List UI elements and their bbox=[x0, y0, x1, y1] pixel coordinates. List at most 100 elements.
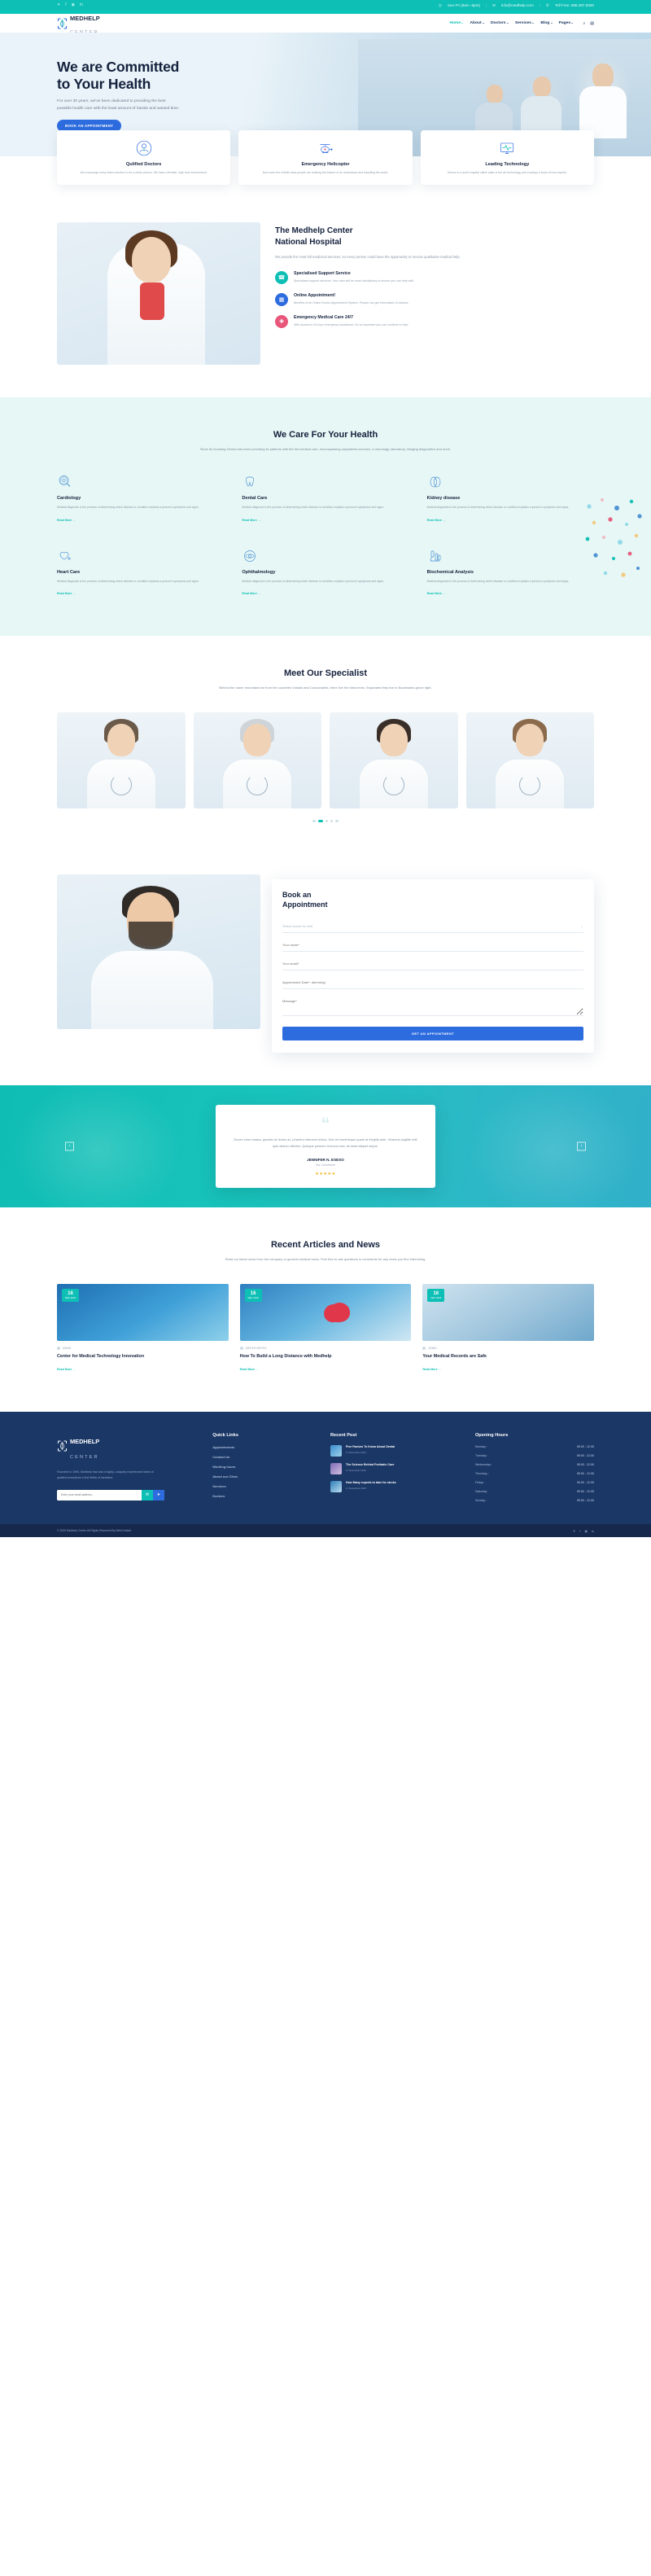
hours-row-saturday: Saturday : 09.00 - 12.00 bbox=[475, 1490, 594, 1493]
nav-item-home[interactable]: Home bbox=[449, 21, 464, 25]
site-footer: MEDHELP CENTER Founded in 1990, Medhelp … bbox=[0, 1412, 651, 1525]
quicklink-about-our-clinic[interactable]: About our Clinic bbox=[212, 1474, 321, 1479]
stethoscope-icon bbox=[247, 774, 269, 795]
facebook-icon[interactable]: f bbox=[579, 1529, 580, 1533]
nav-item-pages[interactable]: Pages bbox=[559, 21, 574, 25]
nav-item-about[interactable]: About bbox=[470, 21, 484, 25]
news-card-3[interactable]: 16 DEC 2019 ADMIN Your Medical Records a… bbox=[422, 1283, 594, 1375]
news-date-badge: 16 DEC 2019 bbox=[244, 1288, 262, 1303]
service-title: Ophthalmology bbox=[242, 569, 276, 575]
about-item-appointment: ▦ Online Appointment! Benefits of an Onl… bbox=[275, 293, 594, 307]
newsletter-form: ✉ ➤ bbox=[57, 1489, 164, 1500]
readmore-link[interactable]: Read More → bbox=[427, 592, 446, 595]
date-field[interactable] bbox=[282, 975, 583, 989]
feature-card-leading-technology[interactable]: Leading Technology Genea is a world hosp… bbox=[420, 130, 594, 186]
testimonial-text: Donec enim massa, gravida ac lectus ac, … bbox=[234, 1137, 417, 1148]
feature-text: We encourage every team member to be a w… bbox=[80, 171, 208, 174]
quicklink-working-hours[interactable]: Working hours bbox=[212, 1465, 321, 1469]
readmore-link[interactable]: Read More → bbox=[57, 592, 76, 595]
specialist-card-4[interactable] bbox=[465, 712, 594, 808]
carousel-dot-1[interactable] bbox=[312, 820, 316, 823]
envelope-icon[interactable]: ✉ bbox=[142, 1489, 153, 1500]
specialist-card-2[interactable] bbox=[193, 712, 321, 808]
specialist-card-3[interactable] bbox=[330, 712, 458, 808]
instagram-icon[interactable]: ◉ bbox=[584, 1529, 588, 1533]
recent-post-2[interactable]: The Science Behind Pediatric Care 17 Dec… bbox=[330, 1463, 465, 1475]
hours-time: 09.00 - 12.00 bbox=[576, 1490, 594, 1494]
appointment-title: Book an Appointment bbox=[282, 891, 583, 909]
name-field[interactable] bbox=[282, 938, 583, 952]
specialist-card-1[interactable] bbox=[57, 712, 186, 808]
twitter-icon[interactable]: ✦ bbox=[573, 1529, 575, 1533]
page-root: ✦ f ◉ in ◷ Sun-Fri (9am -6pm) | ✉ info@m… bbox=[0, 0, 651, 1538]
topbar-email[interactable]: info@medhelp.com bbox=[501, 3, 534, 7]
recent-post-3[interactable]: How Many experts to take for stroke 17 D… bbox=[330, 1481, 465, 1493]
readmore-link[interactable]: Read More → bbox=[422, 1368, 441, 1371]
get-appointment-button[interactable]: GET AN APPOINTMENT bbox=[282, 1026, 583, 1040]
news-section: Recent Articles and News Read our latest… bbox=[0, 1207, 651, 1413]
hours-time: 09.00 - 12.00 bbox=[576, 1472, 594, 1476]
cart-icon[interactable]: ▤ bbox=[590, 21, 594, 26]
chevron-down-icon: ⌄ bbox=[580, 923, 583, 928]
recent-post-1[interactable]: Five Factors To Know About Dental 17 Dec… bbox=[330, 1445, 465, 1457]
news-month: DEC 2019 bbox=[430, 1296, 442, 1300]
quicklink-contact-us[interactable]: Contact Us bbox=[212, 1455, 321, 1459]
carousel-dot-3[interactable] bbox=[325, 820, 328, 823]
carousel-dot-4[interactable] bbox=[330, 820, 334, 823]
readmore-link[interactable]: Read More → bbox=[57, 519, 76, 522]
testimonial-role: Our Coustemer bbox=[315, 1163, 336, 1167]
service-dental-care[interactable]: Dental Care Medical diagnosis is the pro… bbox=[242, 474, 409, 524]
service-ophthalmology[interactable]: Ophthalmology Medical diagnosis is the p… bbox=[242, 548, 409, 598]
medhelp-logo-icon bbox=[57, 1440, 68, 1456]
hours-day: Friday : bbox=[474, 1481, 485, 1485]
quicklink-services[interactable]: Services bbox=[212, 1484, 321, 1488]
about-list: ☎ Specialised Support Service Specialise… bbox=[275, 271, 594, 329]
news-card-1[interactable]: 16 DEC 2019 ADMIN Center for Medical Tec… bbox=[57, 1283, 229, 1375]
news-card-2[interactable]: 16 DEC 2019 WINTER WHITES How To Build a… bbox=[239, 1283, 412, 1375]
readmore-link[interactable]: Read More → bbox=[240, 1368, 259, 1371]
facebook-icon[interactable]: f bbox=[65, 3, 66, 7]
send-icon[interactable]: ➤ bbox=[153, 1489, 164, 1500]
feature-card-qualified-doctors[interactable]: Qulified Doctors We encourage every team… bbox=[57, 130, 231, 186]
service-biochemical-analysis[interactable]: Biochemical Analysis Medical diagnosis i… bbox=[427, 548, 594, 598]
search-icon[interactable]: ⌕ bbox=[583, 21, 585, 26]
message-field[interactable] bbox=[282, 994, 583, 1016]
service-text: Medical diagnosis is the process of dete… bbox=[426, 506, 570, 510]
nav-item-services[interactable]: Services bbox=[515, 21, 535, 25]
nav-item-blog[interactable]: Blog bbox=[540, 21, 553, 25]
newsletter-input[interactable] bbox=[57, 1489, 142, 1500]
instagram-icon[interactable]: ◉ bbox=[72, 3, 75, 7]
news-thumbnail: 16 DEC 2019 bbox=[239, 1283, 412, 1341]
readmore-link[interactable]: Read More → bbox=[242, 519, 260, 522]
doctor-select[interactable]: Select doctor for visit ⌄ bbox=[282, 920, 583, 933]
readmore-link[interactable]: Read More → bbox=[57, 1368, 76, 1371]
carousel-dot-5[interactable] bbox=[335, 820, 339, 823]
linkedin-icon[interactable]: in bbox=[592, 1529, 594, 1533]
news-date-badge: 16 DEC 2019 bbox=[62, 1288, 79, 1303]
heart-care-icon bbox=[57, 548, 73, 564]
quicklink-appointments[interactable]: Appointments bbox=[212, 1445, 321, 1449]
linkedin-icon[interactable]: in bbox=[80, 3, 83, 7]
nav-item-doctors[interactable]: Doctors bbox=[491, 21, 509, 25]
hours-row-tuesday: Tuesday : 09.00 - 12.00 bbox=[475, 1454, 594, 1457]
service-kidney-disease[interactable]: Kidney disease Medical diagnosis is the … bbox=[427, 474, 594, 524]
twitter-icon[interactable]: ✦ bbox=[57, 3, 60, 7]
topbar-phone[interactable]: Toll Free: 888.387.5000 bbox=[555, 3, 594, 7]
hours-day: Wednesday : bbox=[474, 1463, 492, 1467]
service-title: Kidney disease bbox=[426, 496, 461, 502]
service-heart-care[interactable]: Heart Care Medical diagnosis is the proc… bbox=[57, 548, 224, 598]
carousel-dot-2[interactable] bbox=[317, 820, 323, 823]
footer-logo-line1: MEDHELP bbox=[70, 1438, 100, 1446]
readmore-link[interactable]: Read More → bbox=[242, 592, 260, 595]
footer-logo[interactable]: MEDHELP CENTER bbox=[57, 1433, 203, 1462]
email-field[interactable] bbox=[282, 957, 583, 970]
quicklink-doctors[interactable]: Doctors bbox=[212, 1494, 321, 1498]
readmore-link[interactable]: Read More → bbox=[427, 519, 446, 522]
service-cardiology[interactable]: Cardiology Medical diagnosis is the proc… bbox=[57, 474, 224, 524]
feature-card-emergency-helicopter[interactable]: Emergency Helicopter Now even the middle… bbox=[238, 130, 413, 186]
appointment-title-line2: Appointment bbox=[282, 900, 328, 909]
hours-day: Monday : bbox=[474, 1445, 487, 1449]
doctor-badge-icon bbox=[135, 139, 153, 157]
copyright-text: © 2020 Medhelp Center All Rights Reserve… bbox=[57, 1529, 132, 1533]
monitor-pulse-icon bbox=[498, 139, 516, 157]
